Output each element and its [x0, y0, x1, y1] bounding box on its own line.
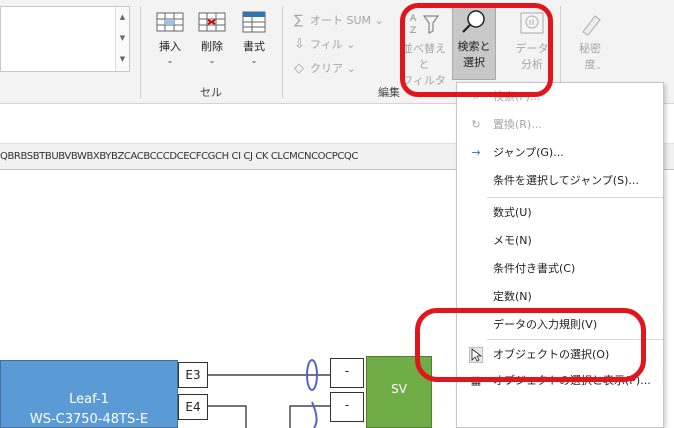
name-box-list[interactable]: ▲ ▼ ▼: [0, 6, 130, 72]
connection-lines: [208, 359, 330, 428]
ribbon-separator: [140, 6, 141, 98]
highlight-find-select: [400, 3, 553, 97]
fill-label: フィル: [310, 38, 343, 51]
column-header-labels: QBRBSBTBUBVBWBXBYBZCACBCCCDCECFCGCH CI C…: [0, 151, 358, 162]
chevron-down-icon: ⌄: [166, 56, 174, 65]
delete-button[interactable]: 削除 ⌄: [192, 10, 232, 65]
menu-formulas[interactable]: 数式(U): [457, 201, 663, 225]
chevron-down-icon: ⌄: [595, 62, 602, 71]
menu-constants[interactable]: 定数(N): [457, 285, 663, 309]
format-button[interactable]: 書式 ⌄: [234, 10, 274, 65]
chevron-down-icon: ⌄: [342, 38, 356, 51]
clear-label: クリア: [310, 62, 343, 75]
highlight-select-objects: [415, 308, 646, 382]
ribbon-separator: [282, 6, 283, 98]
fill-button[interactable]: ⇩ フィル ⌄: [294, 36, 356, 52]
chevron-down-icon: ⌄: [208, 56, 216, 65]
menu-notes[interactable]: メモ(N): [457, 229, 663, 253]
scroll-up-icon[interactable]: ▲: [116, 7, 129, 28]
format-label: 書式: [243, 40, 265, 53]
eraser-icon: ◇: [294, 61, 304, 76]
menu-goto-special[interactable]: 条件を選択してジャンプ(S)...: [457, 169, 663, 193]
sigma-icon: ∑: [294, 13, 303, 28]
menu-goto[interactable]: → ジャンプ(G)...: [457, 141, 663, 165]
menu-separator: [487, 197, 663, 198]
remote-port-1[interactable]: -: [330, 358, 364, 388]
edit-group-label: 編集: [378, 86, 400, 99]
insert-button[interactable]: 挿入 ⌄: [150, 10, 190, 65]
insert-label: 挿入: [159, 40, 181, 53]
leaf-model: WS-C3750-48TS-E: [29, 412, 149, 427]
port-e4[interactable]: E4: [178, 394, 208, 420]
autosum-button[interactable]: ∑ オート SUM ⌄: [294, 12, 384, 28]
sensitivity-pen-icon: [582, 15, 601, 36]
menu-conditional-formatting[interactable]: 条件付き書式(C): [457, 257, 663, 281]
leaf-name: Leaf-1: [69, 392, 109, 407]
chevron-down-icon: ⌄: [250, 56, 258, 65]
fill-down-icon: ⇩: [294, 37, 305, 52]
clear-button[interactable]: ◇ クリア ⌄: [294, 60, 356, 76]
cells-group-label: セル: [200, 86, 222, 99]
autosum-label: オート SUM: [310, 14, 372, 27]
name-box-scrollbar[interactable]: ▲ ▼ ▼: [115, 7, 129, 71]
chevron-down-icon: ⌄: [343, 62, 356, 75]
sensitivity-label-2: 度: [584, 58, 596, 71]
arrow-right-icon: →: [471, 146, 481, 159]
sensitivity-button[interactable]: 秘密 度: [568, 10, 612, 72]
chevron-down-icon: ⌄: [371, 14, 384, 27]
delete-label: 削除: [201, 40, 223, 53]
scroll-down-icon[interactable]: ▼: [116, 28, 129, 49]
port-e3[interactable]: E3: [178, 362, 208, 388]
leaf-switch-shape[interactable]: Leaf-1 WS-C3750-48TS-E: [0, 360, 178, 428]
remote-port-2[interactable]: -: [330, 392, 364, 422]
menu-replace[interactable]: ↻ 置換(R)...: [457, 113, 663, 137]
delete-cells-icon: [198, 12, 226, 32]
sensitivity-label-1: 秘密: [579, 42, 601, 55]
insert-cells-icon: [156, 12, 184, 32]
scroll-more-icon[interactable]: ▼: [116, 49, 129, 70]
replace-icon: ↻: [471, 118, 481, 131]
format-cells-icon: [242, 11, 266, 33]
